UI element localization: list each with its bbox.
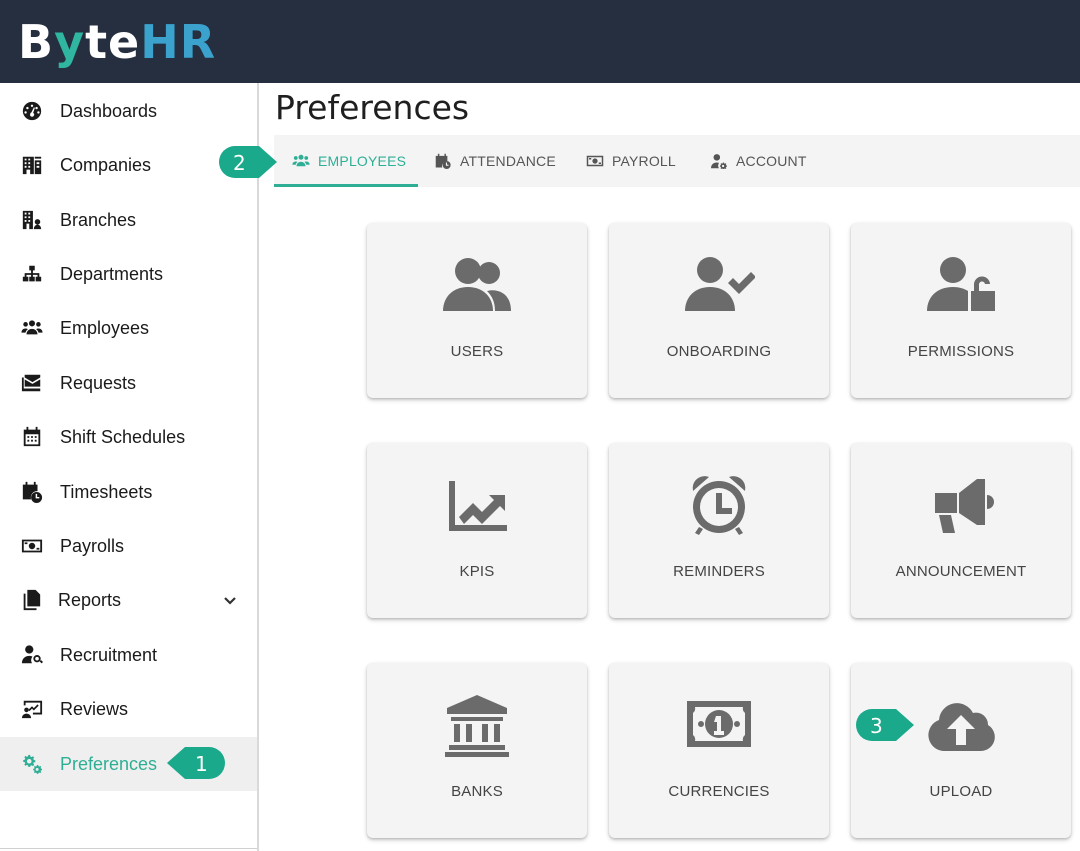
- card-reminders[interactable]: REMINDERS: [609, 443, 829, 618]
- user-search-icon: [20, 643, 44, 667]
- money-bill-icon: [609, 693, 829, 757]
- card-banks[interactable]: BANKS: [367, 663, 587, 838]
- card-label: CURRENCIES: [668, 783, 770, 800]
- card-label: USERS: [450, 343, 504, 360]
- calendar-clock-icon: [435, 153, 451, 169]
- sidebar-item-label: Timesheets: [60, 481, 153, 502]
- tab-label: EMPLOYEES: [318, 153, 407, 169]
- tab-label: ACCOUNT: [736, 153, 807, 169]
- preferences-tabs: EMPLOYEES ATTENDANCE PAYROLL ACCOUNT: [274, 135, 1080, 187]
- sidebar-item-payrolls[interactable]: Payrolls: [0, 521, 257, 571]
- alarm-clock-icon: [609, 473, 829, 537]
- bank-icon: [367, 693, 587, 757]
- callout-marker-2: 2: [215, 142, 279, 182]
- card-label: PERMISSIONS: [907, 343, 1015, 360]
- sidebar-item-recruitment[interactable]: Recruitment: [0, 630, 257, 680]
- sidebar-item-branches[interactable]: Branches: [0, 195, 257, 245]
- sidebar-item-label: Employees: [60, 317, 150, 338]
- gears-icon: [20, 752, 44, 776]
- sidebar-item-label: Requests: [60, 372, 137, 393]
- users-icon: [20, 316, 44, 340]
- org-chart-icon: [20, 262, 44, 286]
- users-icon: [367, 253, 587, 317]
- sidebar-item-label: Companies: [60, 154, 152, 175]
- sidebar-item-label: Recruitment: [60, 644, 158, 665]
- dashboard-gauge-icon: [20, 99, 44, 123]
- card-announcement[interactable]: ANNOUNCEMENT: [851, 443, 1071, 618]
- sidebar-item-label: Departments: [60, 263, 164, 284]
- callout-marker-3: 3: [852, 705, 916, 745]
- tab-payroll[interactable]: PAYROLL: [586, 135, 676, 187]
- sidebar-item-requests[interactable]: Requests: [0, 358, 257, 408]
- sidebar-item-label: Reviews: [60, 698, 129, 719]
- card-label: KPIS: [459, 563, 495, 580]
- sidebar-item-shift-schedules[interactable]: Shift Schedules: [0, 412, 257, 462]
- sidebar: Dashboards Companies Branches Department…: [0, 83, 259, 851]
- tab-label: ATTENDANCE: [460, 153, 556, 169]
- card-currencies[interactable]: CURRENCIES: [609, 663, 829, 838]
- card-upload[interactable]: UPLOAD: [851, 663, 1071, 838]
- sidebar-item-label: Branches: [60, 209, 137, 230]
- user-lock-icon: [851, 253, 1071, 317]
- copy-icon: [19, 588, 43, 612]
- sidebar-item-employees[interactable]: Employees: [0, 303, 257, 353]
- sidebar-item-departments[interactable]: Departments: [0, 249, 257, 299]
- card-kpis[interactable]: KPIS: [367, 443, 587, 618]
- tab-account[interactable]: ACCOUNT: [710, 135, 807, 187]
- sidebar-item-reports[interactable]: Reports: [0, 575, 257, 625]
- user-check-icon: [609, 253, 829, 317]
- sidebar-item-label: Shift Schedules: [60, 426, 186, 447]
- sidebar-item-timesheets[interactable]: Timesheets: [0, 467, 257, 517]
- chart-board-icon: [20, 697, 44, 721]
- users-icon: [292, 154, 310, 167]
- bytehr-logo[interactable]: ByteHR: [18, 14, 216, 70]
- card-label: ONBOARDING: [666, 343, 772, 360]
- tab-label: PAYROLL: [612, 153, 676, 169]
- calendar-clock-icon: [20, 480, 44, 504]
- sidebar-item-label: Payrolls: [60, 535, 125, 556]
- money-bill-icon: [586, 155, 604, 167]
- card-users[interactable]: USERS: [367, 223, 587, 398]
- user-gear-icon: [711, 154, 727, 169]
- sidebar-item-label: Preferences: [60, 753, 158, 774]
- building-icon: [20, 153, 44, 177]
- branch-building-icon: [20, 208, 44, 232]
- sidebar-item-label: Reports: [58, 589, 122, 610]
- card-label: UPLOAD: [929, 783, 993, 800]
- money-bill-icon: [20, 534, 44, 558]
- envelope-icon: [20, 371, 44, 395]
- sidebar-item-label: Dashboards: [60, 100, 158, 121]
- tab-attendance[interactable]: ATTENDANCE: [434, 135, 556, 187]
- chevron-down-icon[interactable]: [222, 592, 238, 608]
- card-permissions[interactable]: PERMISSIONS: [851, 223, 1071, 398]
- calendar-icon: [20, 425, 44, 449]
- sidebar-item-reviews[interactable]: Reviews: [0, 684, 257, 734]
- sidebar-divider: [0, 848, 257, 849]
- callout-marker-1: 1: [165, 743, 229, 783]
- card-label: ANNOUNCEMENT: [895, 563, 1027, 580]
- chart-line-icon: [367, 473, 587, 537]
- sidebar-item-dashboards[interactable]: Dashboards: [0, 86, 257, 136]
- megaphone-icon: [851, 473, 1071, 537]
- active-tab-indicator: [274, 184, 418, 187]
- tab-employees[interactable]: EMPLOYEES: [292, 135, 406, 187]
- top-bar: ByteHR: [0, 0, 1080, 83]
- page-title: Preferences: [275, 88, 470, 127]
- card-label: REMINDERS: [673, 563, 765, 580]
- card-label: BANKS: [451, 783, 503, 800]
- card-onboarding[interactable]: ONBOARDING: [609, 223, 829, 398]
